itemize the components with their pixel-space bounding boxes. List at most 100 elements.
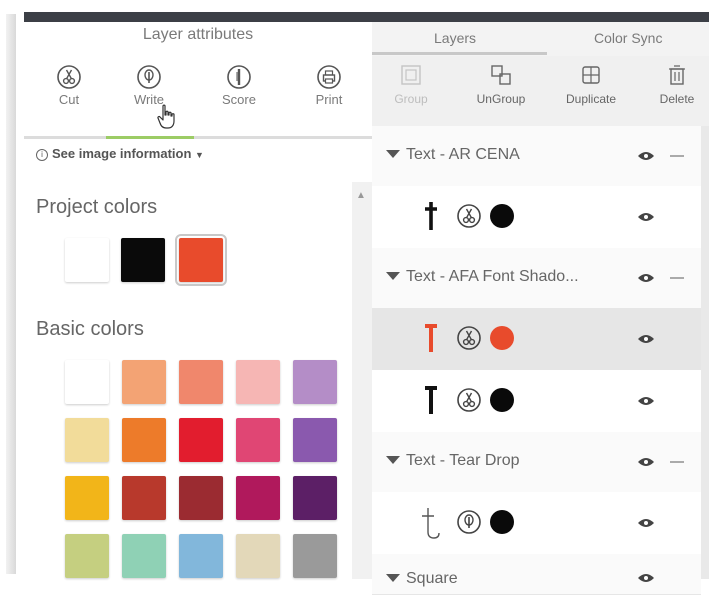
layer-color-dot[interactable] xyxy=(490,510,514,534)
eye-visibility-icon[interactable] xyxy=(637,572,655,584)
trash-icon xyxy=(669,65,685,85)
color-swatch[interactable] xyxy=(179,534,223,578)
layer-name-text: Text - AFA Font Shado... xyxy=(406,268,579,285)
layer-group-row[interactable]: Text - AFA Font Shado... xyxy=(372,248,701,309)
eye-visibility-icon[interactable] xyxy=(637,211,655,223)
tool-label: Score xyxy=(222,92,256,107)
layer-actions-toolbar: Group UnGroup Duplicate Delete xyxy=(372,56,709,127)
layer-group-name: Text - Tear Drop xyxy=(386,452,520,470)
text-layer-icon xyxy=(425,202,437,230)
layer-color-dot[interactable] xyxy=(490,326,514,350)
scroll-up-arrow-icon[interactable]: ▲ xyxy=(356,190,366,201)
tab-color-sync[interactable]: Color Sync xyxy=(594,30,662,46)
action-label: Group xyxy=(394,92,428,106)
layer-row[interactable] xyxy=(372,186,701,249)
tool-label: Print xyxy=(315,92,343,107)
eye-visibility-icon[interactable] xyxy=(637,456,655,468)
tool-print[interactable]: Print xyxy=(294,58,364,107)
expand-triangle-icon[interactable] xyxy=(386,150,400,158)
ungroup-icon xyxy=(491,65,511,85)
text-layer-icon xyxy=(425,324,437,352)
eye-visibility-icon[interactable] xyxy=(637,333,655,345)
color-swatch[interactable] xyxy=(65,476,109,520)
text-layer-icon xyxy=(422,508,440,539)
color-swatch[interactable] xyxy=(65,418,109,462)
eye-visibility-icon[interactable] xyxy=(637,150,655,162)
app-top-bar xyxy=(24,12,709,22)
layer-color-dot[interactable] xyxy=(490,388,514,412)
caret-down-icon: ▼ xyxy=(195,150,204,160)
tool-cut[interactable]: Cut xyxy=(34,58,104,107)
layers-scrollbar[interactable] xyxy=(701,126,709,579)
attributes-scrollbar[interactable] xyxy=(352,182,372,579)
active-tab-indicator xyxy=(372,52,547,55)
duplicate-button[interactable]: Duplicate xyxy=(556,64,626,106)
window-left-edge xyxy=(0,0,24,579)
color-swatch[interactable] xyxy=(236,360,280,404)
color-swatch[interactable] xyxy=(179,418,223,462)
color-swatch[interactable] xyxy=(293,476,337,520)
color-swatch[interactable] xyxy=(236,534,280,578)
expand-triangle-icon[interactable] xyxy=(386,574,400,582)
layer-group-row[interactable]: Square xyxy=(372,554,701,595)
color-swatch-selected[interactable] xyxy=(175,234,227,286)
info-icon: i xyxy=(36,149,48,161)
eye-visibility-icon[interactable] xyxy=(637,395,655,407)
layer-color-dot[interactable] xyxy=(490,204,514,228)
color-swatch[interactable] xyxy=(121,238,165,282)
layers-panel: Layers Color Sync Group UnGroup Duplicat… xyxy=(372,22,709,595)
panel-tabs: Layers Color Sync xyxy=(372,22,709,56)
scissors-icon xyxy=(457,204,481,228)
ungroup-button[interactable]: UnGroup xyxy=(466,64,536,106)
eye-visibility-icon[interactable] xyxy=(637,272,655,284)
duplicate-icon xyxy=(582,66,600,84)
color-swatch[interactable] xyxy=(236,476,280,520)
color-swatch[interactable] xyxy=(236,418,280,462)
printer-icon xyxy=(317,65,341,89)
active-tool-indicator xyxy=(106,136,194,139)
tab-layers[interactable]: Layers xyxy=(434,30,476,46)
scissors-icon xyxy=(457,326,481,350)
color-swatch[interactable] xyxy=(293,360,337,404)
color-swatch[interactable] xyxy=(179,360,223,404)
eye-visibility-icon[interactable] xyxy=(637,517,655,529)
color-swatch[interactable] xyxy=(122,534,166,578)
layer-group-row[interactable]: Text - AR CENA xyxy=(372,126,701,187)
tool-tab-underline xyxy=(24,136,372,139)
delete-button[interactable]: Delete xyxy=(642,64,709,106)
expand-triangle-icon[interactable] xyxy=(386,272,400,280)
group-button[interactable]: Group xyxy=(376,64,446,106)
project-colors-heading: Project colors xyxy=(36,196,158,218)
layer-row[interactable] xyxy=(372,370,701,433)
layer-group-row[interactable]: Text - Tear Drop xyxy=(372,432,701,493)
layer-group-name: Text - AFA Font Shado... xyxy=(386,268,579,286)
tool-label: Cut xyxy=(58,92,80,107)
tool-write[interactable]: Write xyxy=(114,58,184,107)
see-image-information-link[interactable]: i See image information ▼ xyxy=(36,146,204,161)
color-swatch[interactable] xyxy=(122,360,166,404)
layer-row-selected[interactable] xyxy=(372,308,701,371)
action-label: Duplicate xyxy=(565,92,617,106)
panel-title: Layer attributes xyxy=(142,26,254,43)
expand-triangle-icon[interactable] xyxy=(386,456,400,464)
layer-group-name: Square xyxy=(386,570,458,588)
color-swatch[interactable] xyxy=(122,418,166,462)
collapse-dash-icon[interactable] xyxy=(670,277,684,279)
collapse-dash-icon[interactable] xyxy=(670,155,684,157)
tool-score[interactable]: Score xyxy=(204,58,274,107)
color-swatch[interactable] xyxy=(293,418,337,462)
group-icon xyxy=(401,65,421,85)
color-swatch[interactable] xyxy=(122,476,166,520)
pen-icon xyxy=(457,510,481,534)
color-swatch[interactable] xyxy=(179,476,223,520)
color-swatch[interactable] xyxy=(65,360,109,404)
hand-pointer-cursor-icon xyxy=(157,104,175,129)
collapse-dash-icon[interactable] xyxy=(670,461,684,463)
color-swatch[interactable] xyxy=(65,534,109,578)
layer-row[interactable] xyxy=(372,492,701,555)
layer-name-text: Text - Tear Drop xyxy=(406,452,520,469)
action-label: UnGroup xyxy=(476,92,526,106)
basic-colors-heading: Basic colors xyxy=(36,318,144,340)
color-swatch[interactable] xyxy=(293,534,337,578)
color-swatch[interactable] xyxy=(65,238,109,282)
